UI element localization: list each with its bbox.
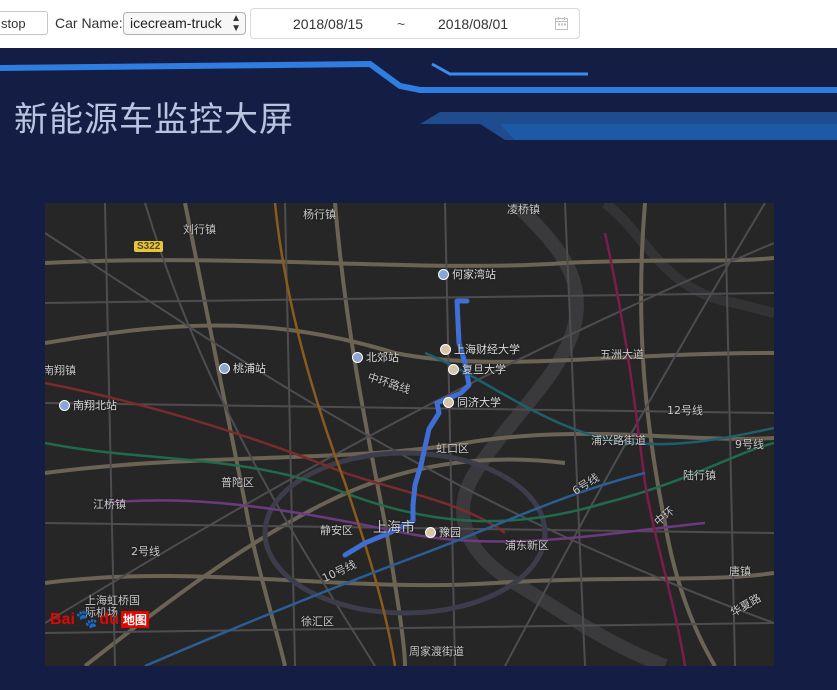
map-label: 虹口区 [436,442,469,455]
map-label: 陆行镇 [683,469,716,482]
stop-button[interactable]: stop [0,11,48,35]
map-poi[interactable]: 复旦大学 [448,361,506,377]
date-start-input[interactable]: 2018/08/15 [293,16,363,32]
map-label: 杨行镇 [303,208,336,221]
map-label: 静安区 [320,524,353,537]
metro-station-icon [219,362,230,374]
map-label: 唐镇 [729,565,751,578]
baidu-map-logo[interactable]: Bai 🐾 du 地图 [50,609,149,630]
page-title: 新能源车监控大屏 [14,100,294,140]
map-label: 徐汇区 [301,615,334,628]
map-poi[interactable]: 同济大学 [443,394,501,410]
map-label: 浦东新区 [505,539,549,552]
map-panel[interactable]: S322 刘行镇 杨行镇 凌桥镇 何家湾站 上海财经大学 复旦大学 同济大学 五… [45,203,774,666]
map-roads [45,203,774,666]
map-label: 12号线 [667,404,703,417]
map-poi[interactable]: 桃浦站 [219,360,266,376]
university-icon [440,343,451,355]
car-name-label: Car Name: [55,15,123,31]
map-label: 浦兴路街道 [591,434,646,447]
map-label: 凌桥镇 [507,203,540,216]
date-separator: ~ [397,16,406,32]
map-poi[interactable]: 豫园 [425,524,461,540]
car-name-select[interactable]: icecream-truck ▲ ▼ [123,12,246,35]
date-end-input[interactable]: 2018/08/01 [438,16,508,32]
map-poi[interactable]: 何家湾站 [438,266,496,282]
baidu-logo-du: du [99,610,119,628]
map-label: 刘行镇 [183,223,216,236]
map-label: 五洲大道 [600,348,644,361]
university-icon [448,363,459,375]
car-name-select-value: icecream-truck [130,15,222,31]
map-label: 周家渡街道 [409,645,464,658]
map-poi[interactable]: 上海财经大学 [440,341,520,357]
toolbar: stop Car Name: icecream-truck ▲ ▼ 2018/08… [0,0,837,48]
metro-station-icon [438,268,449,280]
calendar-icon[interactable] [555,17,568,30]
baidu-logo-ditu: 地图 [120,611,149,628]
landmark-icon [425,526,436,538]
paw-icon: 🐾 [75,609,99,629]
map-label: 南翔镇 [45,364,76,377]
university-icon [443,396,454,408]
map-poi[interactable]: 南翔北站 [59,397,117,413]
map-label: 普陀区 [221,476,254,489]
baidu-logo-bai: Bai [50,610,75,628]
map-label: 上海市 [373,520,415,536]
metro-station-icon [59,399,70,411]
map-label: 2号线 [131,545,160,558]
map-poi[interactable]: 北郊站 [352,349,399,365]
map-label: 9号线 [735,438,764,451]
map-label: 江桥镇 [93,498,126,511]
select-updown-icon: ▲ ▼ [231,13,241,34]
date-range-picker[interactable]: 2018/08/15 ~ 2018/08/01 [250,8,580,39]
road-shield: S322 [134,241,164,252]
metro-station-icon [352,351,363,363]
